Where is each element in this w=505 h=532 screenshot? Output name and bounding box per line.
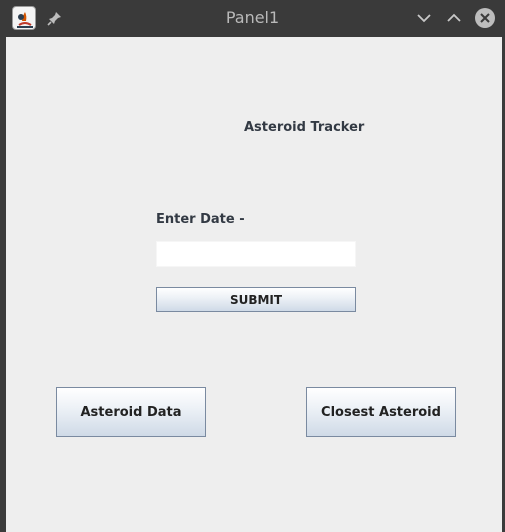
main-panel: Asteroid Tracker Enter Date - SUBMIT Ast… <box>6 37 502 532</box>
maximize-icon[interactable] <box>444 8 464 28</box>
submit-button[interactable]: SUBMIT <box>156 287 356 312</box>
date-label: Enter Date - <box>156 212 245 227</box>
closest-asteroid-button[interactable]: Closest Asteroid <box>306 387 456 437</box>
minimize-icon[interactable] <box>414 8 434 28</box>
page-title: Asteroid Tracker <box>244 120 365 135</box>
date-input[interactable] <box>156 241 356 267</box>
close-icon[interactable] <box>474 7 496 29</box>
asteroid-data-button[interactable]: Asteroid Data <box>56 387 206 437</box>
window-titlebar[interactable]: Panel1 <box>0 0 505 37</box>
